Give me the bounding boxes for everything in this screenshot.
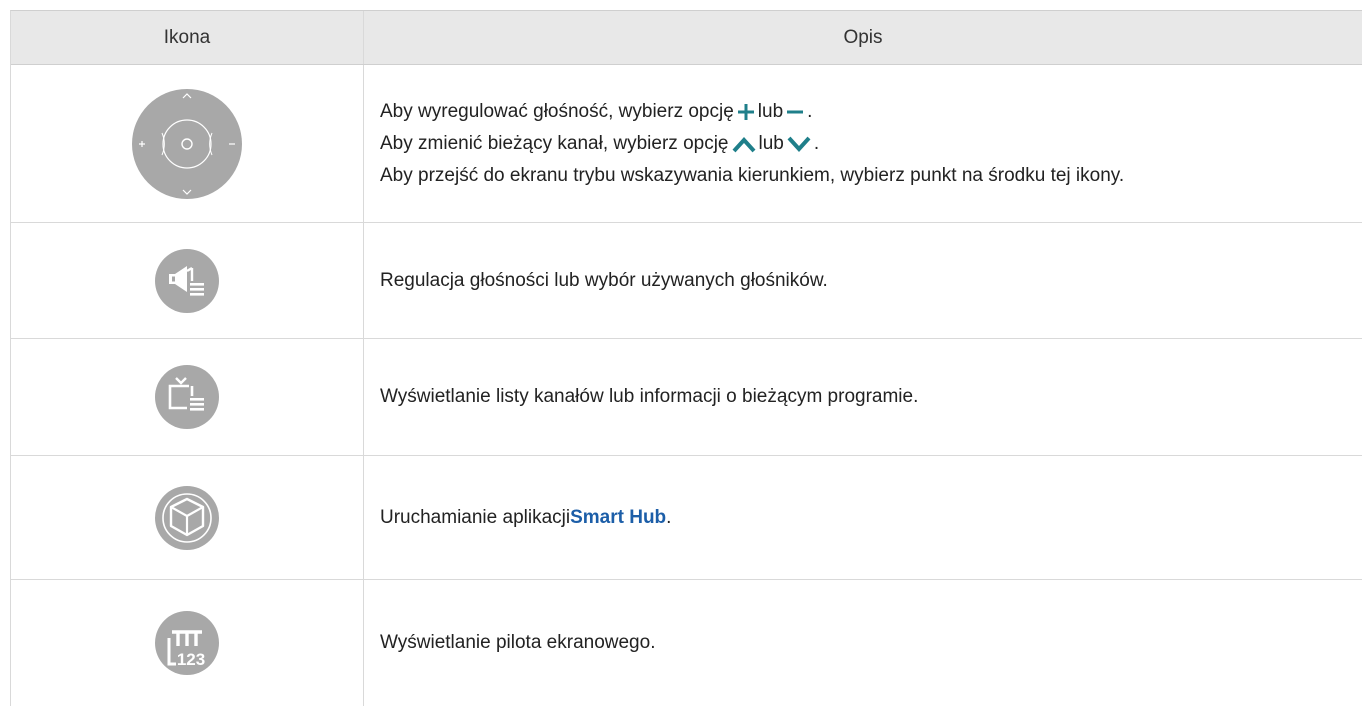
- description-cell: Regulacja głośności lub wybór używanych …: [364, 223, 1362, 338]
- minus-icon: [786, 103, 804, 121]
- description-text: Aby zmienić bieżący kanał, wybierz opcję: [380, 132, 729, 154]
- description-text: Regulacja głośności lub wybór używanych …: [380, 269, 828, 291]
- icon-label: 123: [177, 650, 205, 669]
- header-description-column: Opis: [843, 26, 883, 48]
- description-line: Regulacja głośności lub wybór używanych …: [380, 265, 1362, 297]
- description-text: Uruchamianie aplikacji: [380, 506, 571, 528]
- description-text: Aby wyregulować głośność, wybierz opcję: [380, 100, 734, 122]
- description-text: .: [813, 132, 820, 154]
- icon-cell: [11, 223, 364, 338]
- smart-hub-link[interactable]: Smart Hub: [570, 502, 666, 534]
- chevron-up-icon: [732, 135, 756, 153]
- plus-icon: [737, 103, 755, 121]
- description-text: Aby przejść do ekranu trybu wskazywania …: [380, 164, 1125, 186]
- table-row: Uruchamianie aplikacji Smart Hub .: [11, 456, 1362, 580]
- description-line: Wyświetlanie listy kanałów lub informacj…: [380, 381, 1362, 413]
- table-row: 123 Wyświetlanie pilota ekranowego.: [11, 580, 1362, 706]
- description-line: Uruchamianie aplikacji Smart Hub .: [380, 502, 1362, 534]
- description-line: Wyświetlanie pilota ekranowego.: [380, 627, 1362, 659]
- icon-cell: 123: [11, 580, 364, 706]
- icon-cell: [11, 65, 364, 222]
- description-text: lub: [757, 100, 784, 122]
- description-text: Wyświetlanie pilota ekranowego.: [380, 632, 656, 653]
- chevron-down-icon: [787, 135, 811, 153]
- header-icon-column: Ikona: [11, 11, 364, 64]
- description-line: Aby przejść do ekranu trybu wskazywania …: [380, 160, 1362, 192]
- description-text: .: [807, 100, 813, 122]
- table-row: Aby wyregulować głośność, wybierz opcję …: [11, 65, 1362, 223]
- description-text: lub: [758, 132, 784, 154]
- smart-hub-icon[interactable]: [154, 485, 220, 551]
- description-cell: Wyświetlanie listy kanałów lub informacj…: [364, 339, 1362, 455]
- speaker-settings-icon[interactable]: [154, 248, 220, 314]
- description-cell: Wyświetlanie pilota ekranowego.: [364, 580, 1362, 706]
- table-row: Wyświetlanie listy kanałów lub informacj…: [11, 339, 1362, 456]
- description-line: Aby zmienić bieżący kanał, wybierz opcję…: [380, 128, 1362, 160]
- description-line: Aby wyregulować głośność, wybierz opcję …: [380, 96, 1362, 128]
- table-row: Regulacja głośności lub wybór używanych …: [11, 223, 1362, 339]
- volume-channel-dial-icon[interactable]: [131, 88, 243, 200]
- description-text: .: [666, 506, 672, 528]
- description-text: Wyświetlanie listy kanałów lub informacj…: [380, 386, 919, 407]
- description-cell: Aby wyregulować głośność, wybierz opcję …: [364, 65, 1362, 222]
- icon-cell: [11, 339, 364, 455]
- virtual-remote-icon[interactable]: 123: [154, 610, 220, 676]
- icon-cell: [11, 456, 364, 579]
- table-header: Ikona Opis: [11, 11, 1362, 65]
- description-cell: Uruchamianie aplikacji Smart Hub .: [364, 456, 1362, 579]
- tv-channel-list-icon[interactable]: [154, 364, 220, 430]
- icon-description-table: Ikona Opis Aby wyregulować głośność, wyb…: [10, 10, 1362, 706]
